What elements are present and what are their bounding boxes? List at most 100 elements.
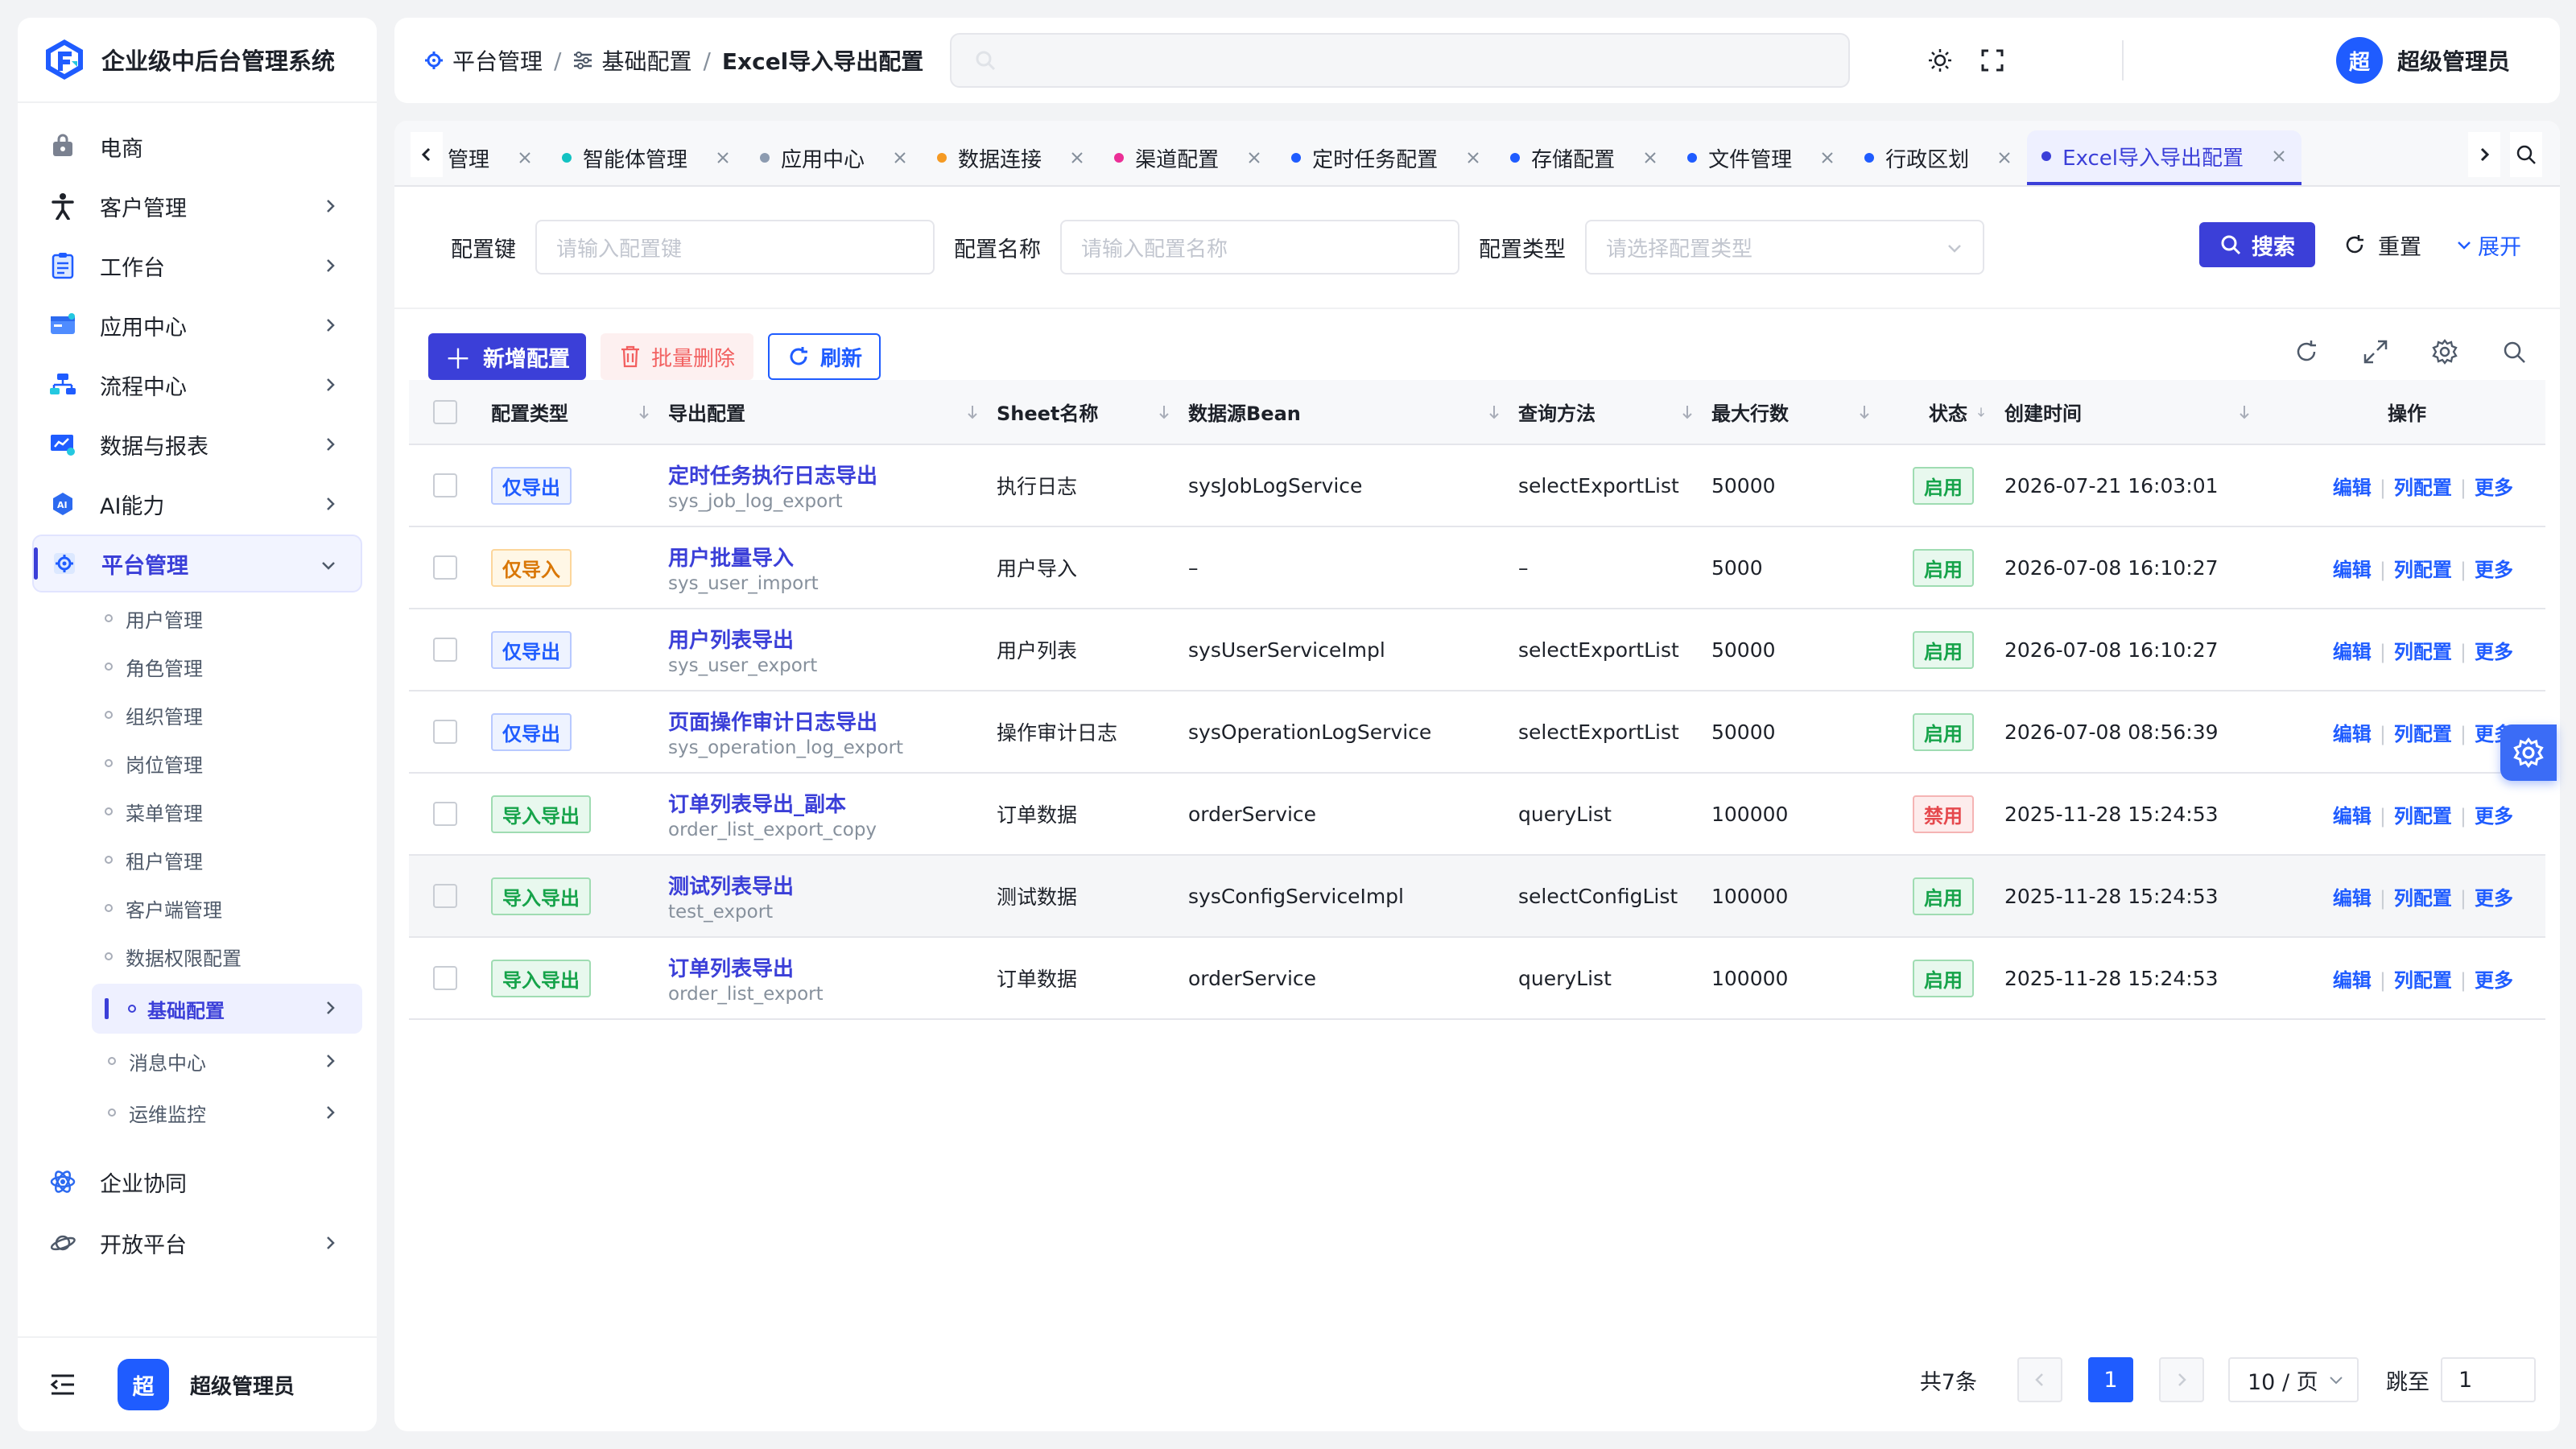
sidebar-sub-basic-config[interactable]: 基础配置 xyxy=(92,984,362,1034)
config-key-input[interactable]: 请输入配置键 xyxy=(535,220,935,275)
column-header[interactable]: 查询方法 xyxy=(1518,380,1711,445)
row-select-cell[interactable] xyxy=(409,855,491,938)
breadcrumb-mid[interactable]: 基础配置 xyxy=(601,44,691,76)
close-icon[interactable] xyxy=(1246,150,1262,166)
column-header[interactable]: 状态 xyxy=(1889,380,1988,445)
sidebar-item-data-report[interactable]: 数据与报表 xyxy=(32,415,362,473)
row-checkbox[interactable] xyxy=(433,966,457,990)
sidebar-item-collab[interactable]: 企业协同 xyxy=(32,1153,362,1211)
batch-delete-button[interactable]: 批量删除 xyxy=(601,333,753,380)
tab-scheduled-task[interactable]: 定时任务配置 xyxy=(1277,130,1496,185)
collapse-menu-icon[interactable] xyxy=(50,1373,76,1396)
config-name-link[interactable]: 用户批量导入 xyxy=(668,542,997,572)
page-size-select[interactable]: 10 / 页 xyxy=(2228,1357,2359,1402)
config-type-select[interactable]: 请选择配置类型 xyxy=(1585,220,1984,275)
close-icon[interactable] xyxy=(1996,150,2013,166)
sort-icon[interactable] xyxy=(964,404,980,420)
table-row[interactable]: 导入导出 订单列表导出 order_list_export 订单数据 orderServ… xyxy=(409,937,2545,1020)
close-icon[interactable] xyxy=(1069,150,1085,166)
tab-agent[interactable]: 智能体管理 xyxy=(547,130,746,185)
sidebar-item-ecommerce[interactable]: 电商 xyxy=(32,118,362,175)
config-name-link[interactable]: 测试列表导出 xyxy=(668,870,997,900)
edit-link[interactable]: 编辑 xyxy=(2333,805,2372,828)
row-select-cell[interactable] xyxy=(409,691,491,774)
row-checkbox[interactable] xyxy=(433,884,457,908)
more-link[interactable]: 更多 xyxy=(2475,969,2513,992)
column-config-link[interactable]: 列配置 xyxy=(2394,477,2452,499)
more-link[interactable]: 更多 xyxy=(2475,641,2513,663)
tab-channel[interactable]: 渠道配置 xyxy=(1100,130,1278,185)
user-menu[interactable]: 超 超级管理员 xyxy=(2336,37,2510,84)
expand-arrows-icon[interactable] xyxy=(2362,338,2389,365)
config-name-input[interactable]: 请输入配置名称 xyxy=(1060,220,1459,275)
sort-icon[interactable] xyxy=(1975,404,1987,420)
row-checkbox[interactable] xyxy=(433,802,457,826)
more-link[interactable]: 更多 xyxy=(2475,477,2513,499)
table-row[interactable]: 导入导出 测试列表导出 test_export 测试数据 sysConfigServic… xyxy=(409,855,2545,938)
tabs-search-button[interactable] xyxy=(2510,132,2542,177)
column-config-link[interactable]: 列配置 xyxy=(2394,641,2452,663)
sidebar-sub-message[interactable]: 消息中心 xyxy=(32,1037,362,1085)
tab-storage[interactable]: 存储配置 xyxy=(1496,130,1674,185)
sort-icon[interactable] xyxy=(636,404,652,420)
add-config-button[interactable]: ＋ 新增配置 xyxy=(428,333,586,380)
config-name-link[interactable]: 用户列表导出 xyxy=(668,624,997,654)
column-header[interactable]: 创建时间 xyxy=(1988,380,2268,445)
sidebar-item-customer[interactable]: 客户管理 xyxy=(32,177,362,235)
tab-file[interactable]: 文件管理 xyxy=(1673,130,1851,185)
config-name-link[interactable]: 定时任务执行日志导出 xyxy=(668,460,997,489)
sort-icon[interactable] xyxy=(2236,404,2252,420)
sidebar-sub-data-permission[interactable]: 数据权限配置 xyxy=(32,932,362,980)
refresh-button[interactable]: 刷新 xyxy=(768,333,881,380)
row-checkbox[interactable] xyxy=(433,473,457,497)
close-icon[interactable] xyxy=(1819,150,1835,166)
tab-region[interactable]: 行政区划 xyxy=(1850,130,2028,185)
floating-settings-button[interactable] xyxy=(2500,724,2557,781)
config-name-link[interactable]: 页面操作审计日志导出 xyxy=(668,706,997,736)
more-link[interactable]: 更多 xyxy=(2475,887,2513,910)
search-button[interactable]: 搜索 xyxy=(2199,222,2315,267)
sidebar-item-platform[interactable]: 平台管理 xyxy=(32,535,362,592)
column-config-link[interactable]: 列配置 xyxy=(2394,805,2452,828)
row-checkbox[interactable] xyxy=(433,638,457,662)
column-header[interactable]: 最大行数 xyxy=(1711,380,1889,445)
row-select-cell[interactable] xyxy=(409,773,491,856)
edit-link[interactable]: 编辑 xyxy=(2333,641,2372,663)
more-link[interactable]: 更多 xyxy=(2475,805,2513,828)
row-select-cell[interactable] xyxy=(409,937,491,1020)
sidebar-item-app-center[interactable]: 应用中心 xyxy=(32,296,362,354)
search-icon[interactable] xyxy=(2500,338,2528,365)
tabs-prev-button[interactable] xyxy=(411,132,443,177)
column-header[interactable]: Sheet名称 xyxy=(997,380,1188,445)
tab-data-connect[interactable]: 数据连接 xyxy=(923,130,1100,185)
config-name-link[interactable]: 订单列表导出_副本 xyxy=(668,788,997,818)
page-button[interactable]: 1 xyxy=(2088,1357,2133,1402)
sidebar-sub-tenant[interactable]: 租户管理 xyxy=(32,836,362,884)
table-row[interactable]: 导入导出 订单列表导出_副本 order_list_export_copy 订单数据 o… xyxy=(409,773,2545,856)
sun-icon[interactable] xyxy=(1927,47,1953,73)
edit-link[interactable]: 编辑 xyxy=(2333,969,2372,992)
expand-toggle[interactable]: 展开 xyxy=(2455,222,2521,267)
reset-button[interactable]: 重置 xyxy=(2343,222,2421,267)
close-icon[interactable] xyxy=(892,150,908,166)
more-link[interactable]: 更多 xyxy=(2475,559,2513,581)
row-select-cell[interactable] xyxy=(409,444,491,527)
prev-page-button[interactable] xyxy=(2017,1357,2062,1402)
edit-link[interactable]: 编辑 xyxy=(2333,559,2372,581)
sidebar-sub-client[interactable]: 客户端管理 xyxy=(32,884,362,932)
sort-icon[interactable] xyxy=(1679,404,1695,420)
edit-link[interactable]: 编辑 xyxy=(2333,477,2372,499)
sidebar-item-process-center[interactable]: 流程中心 xyxy=(32,356,362,414)
breadcrumb-root[interactable]: 平台管理 xyxy=(452,44,543,76)
close-icon[interactable] xyxy=(1642,150,1658,166)
settings-icon[interactable] xyxy=(2431,338,2458,365)
table-row[interactable]: 仅导出 定时任务执行日志导出 sys_job_log_export 执行日志 sysJo… xyxy=(409,444,2545,527)
sidebar-sub-ops[interactable]: 运维监控 xyxy=(32,1088,362,1137)
tab-excel-config[interactable]: Excel导入导出配置 xyxy=(2027,130,2302,185)
reload-icon[interactable] xyxy=(2293,338,2320,365)
close-icon[interactable] xyxy=(715,150,731,166)
sidebar-item-workbench[interactable]: 工作台 xyxy=(32,237,362,295)
tab-manage[interactable]: 管理 xyxy=(443,130,548,185)
table-row[interactable]: 仅导出 用户列表导出 sys_user_export 用户列表 sysUserServi… xyxy=(409,609,2545,691)
column-header[interactable]: 数据源Bean xyxy=(1188,380,1518,445)
